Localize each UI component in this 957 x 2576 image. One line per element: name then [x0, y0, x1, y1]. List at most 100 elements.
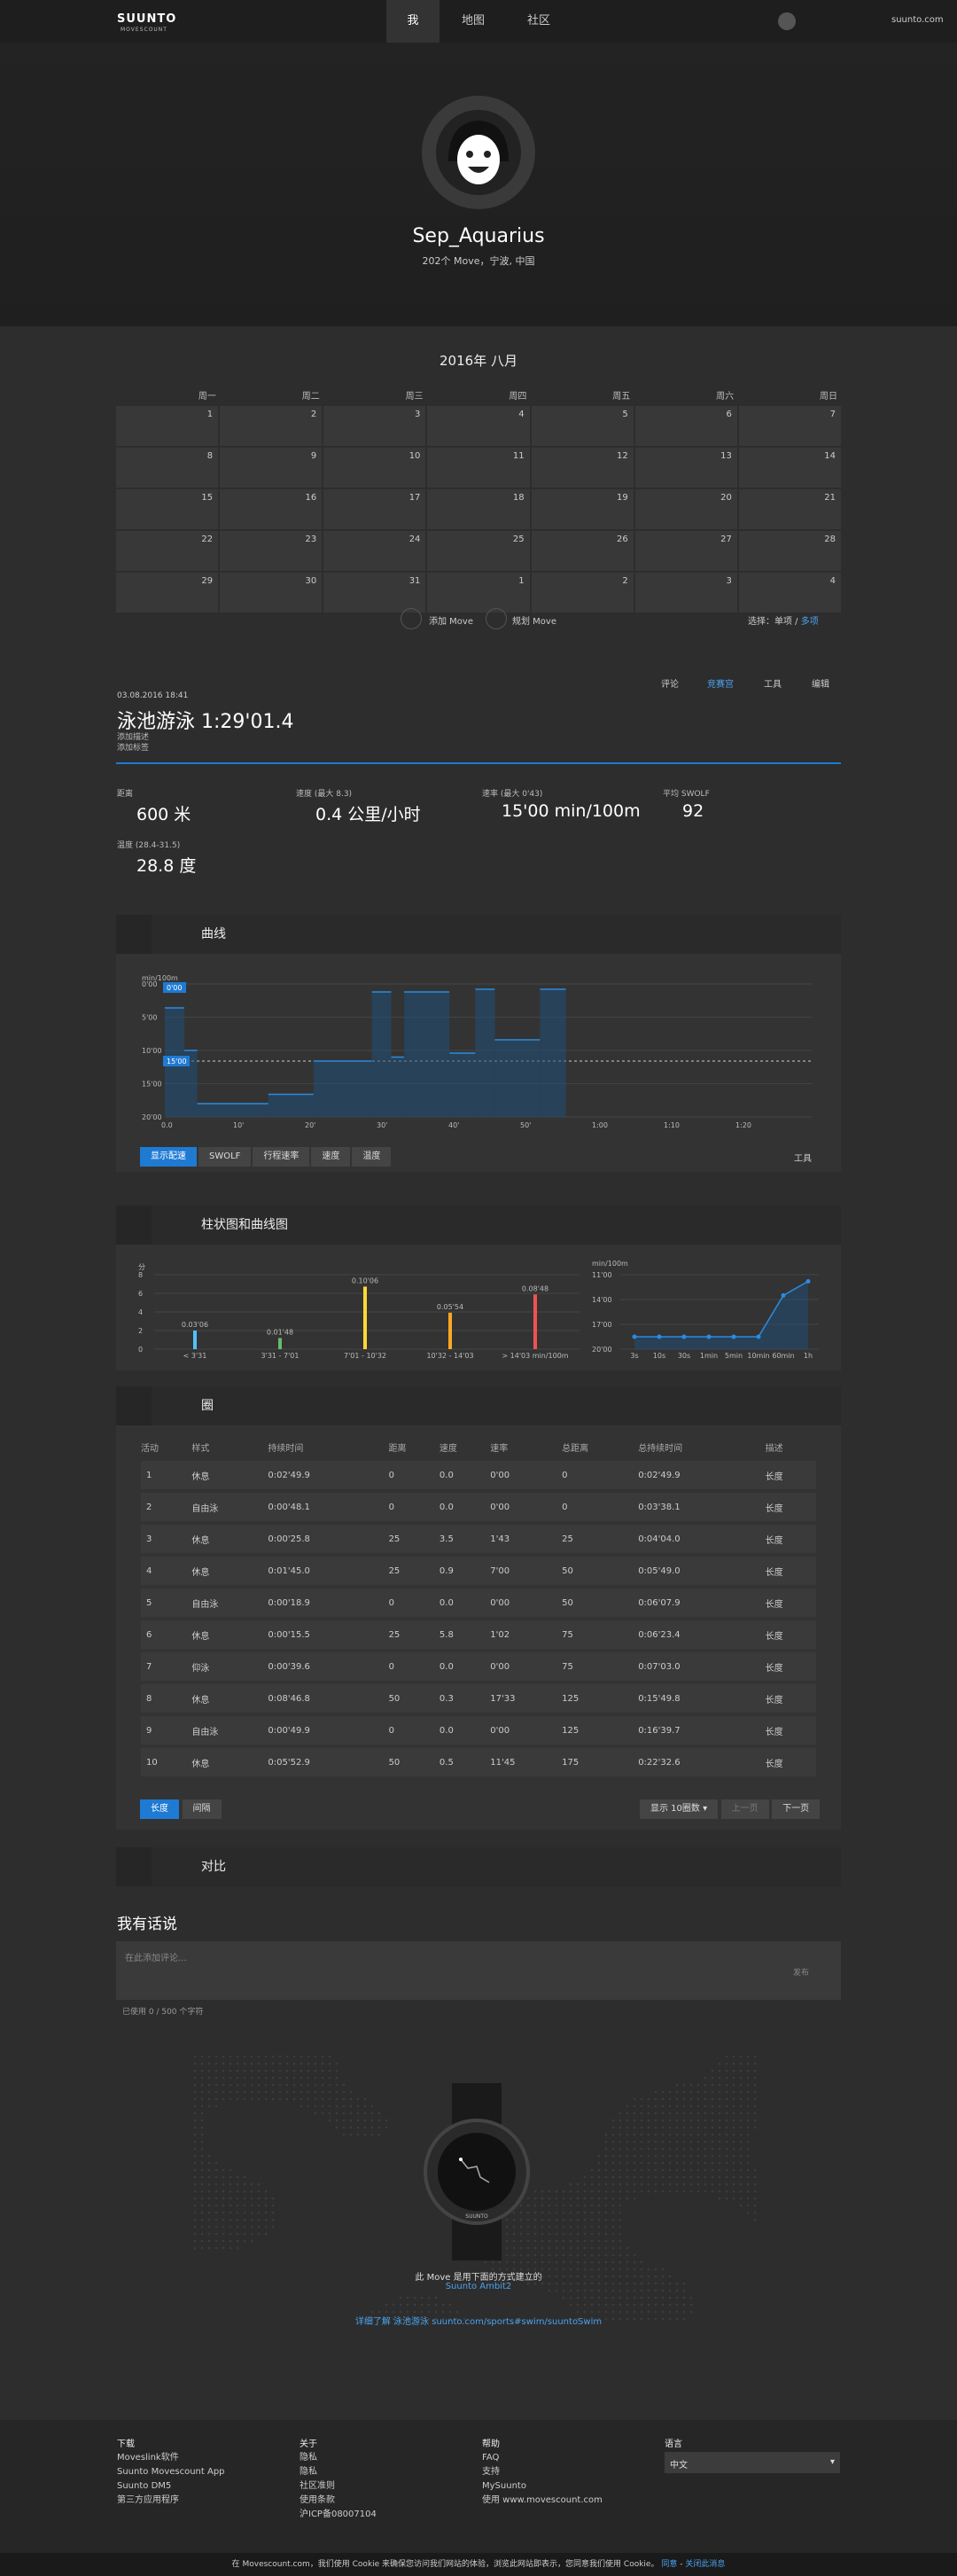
footer-link[interactable]: 第三方应用程序	[117, 2493, 179, 2509]
add-tag[interactable]: 添加标签	[117, 741, 149, 753]
calendar-day[interactable]: 4	[427, 406, 530, 446]
select-multi[interactable]: 多项	[801, 617, 819, 627]
compare-panel[interactable]: 对比	[116, 1847, 841, 1886]
user-avatar-icon[interactable]	[778, 12, 796, 30]
curve-metric-button[interactable]: SWOLF	[198, 1147, 252, 1167]
calendar-day[interactable]: 4	[738, 573, 841, 613]
cookie-agree-link[interactable]: 同意	[661, 2560, 677, 2569]
map-dot	[222, 2175, 225, 2179]
calendar-day[interactable]: 5	[531, 406, 634, 446]
calendar-day[interactable]: 14	[738, 448, 841, 488]
curve-metric-button[interactable]: 温度	[352, 1147, 392, 1167]
map-dot	[392, 2303, 395, 2307]
calendar-day[interactable]: 19	[531, 489, 634, 529]
calendar-day[interactable]: 23	[220, 531, 323, 571]
calendar-day[interactable]: 25	[427, 531, 530, 571]
select-single[interactable]: 单项	[774, 617, 792, 627]
calendar-day[interactable]: 29	[116, 573, 219, 613]
calendar-day[interactable]: 28	[738, 531, 841, 571]
avatar[interactable]	[422, 96, 535, 209]
tab-tools[interactable]: 工具	[764, 676, 782, 690]
add-move-button[interactable]: 添加 Move	[429, 613, 473, 627]
nav-me[interactable]: 我	[386, 0, 440, 43]
hist-bar	[193, 1331, 197, 1349]
map-dot	[696, 2112, 700, 2115]
map-dot	[555, 2253, 558, 2257]
map-dot	[590, 2253, 594, 2257]
calendar-day[interactable]: 30	[220, 573, 323, 613]
calendar-day[interactable]: 15	[116, 489, 219, 529]
calendar-day[interactable]: 10	[323, 448, 426, 488]
nav-map[interactable]: 地图	[447, 0, 500, 43]
calendar-day[interactable]: 2	[531, 573, 634, 613]
table-row[interactable]: 6 休息 0:00'15.5 25 5.8 1'02 75 0:06'23.4 长度	[141, 1620, 816, 1649]
prev-page-button[interactable]: 上一页	[720, 1799, 769, 1819]
calendar-day[interactable]: 1	[427, 573, 530, 613]
table-row[interactable]: 2 自由泳 0:00'48.1 0 0.0 0'00 0 0:03'38.1 长度	[141, 1493, 816, 1521]
table-row[interactable]: 7 仰泳 0:00'39.6 0 0.0 0'00 75 0:07'03.0 长度	[141, 1652, 816, 1681]
suunto-site-link[interactable]: suunto.com	[891, 15, 944, 25]
map-dot	[647, 2175, 650, 2179]
learn-more-link[interactable]: 详细了解 泳池游泳 suunto.com/sports#swim/suuntoS…	[301, 2314, 656, 2327]
comment-send-button[interactable]: 发布	[793, 1966, 809, 1978]
curve-metric-button[interactable]: 行程速率	[253, 1147, 310, 1167]
device-name-link[interactable]: Suunto Ambit2	[301, 2282, 656, 2291]
cookie-close-link[interactable]: 关闭此消息	[685, 2560, 725, 2569]
pace-curve-chart[interactable]: min/100m0'005'0010'0015'0020'000.0 10' 20'…	[133, 972, 824, 1136]
curve-metric-button[interactable]: 速度	[311, 1147, 351, 1167]
next-page-button[interactable]: 下一页	[772, 1799, 821, 1819]
map-dot	[583, 2175, 587, 2179]
comment-input[interactable]: 在此添加评论... 发布	[116, 1941, 841, 2000]
map-dot	[328, 2112, 331, 2115]
calendar-day[interactable]: 26	[531, 531, 634, 571]
map-dot	[739, 2097, 743, 2101]
calendar-day[interactable]: 21	[738, 489, 841, 529]
calendar-day[interactable]: 3	[634, 573, 737, 613]
curve-tools-button[interactable]: 工具	[794, 1151, 812, 1164]
table-row[interactable]: 4 休息 0:01'45.0 25 0.9 7'00 50 0:05'49.0 长度	[141, 1557, 816, 1585]
add-move-icon[interactable]	[401, 608, 422, 629]
calendar-day[interactable]: 16	[220, 489, 323, 529]
calendar-day[interactable]: 6	[634, 406, 737, 446]
table-cell: 0.0	[439, 1461, 491, 1489]
calendar-day[interactable]: 17	[323, 489, 426, 529]
tab-race[interactable]: 竞赛宫	[707, 676, 734, 690]
footer-link[interactable]: 沪ICP备08007104	[300, 2507, 377, 2523]
calendar-day[interactable]: 22	[116, 531, 219, 571]
table-row[interactable]: 1 休息 0:02'49.9 0 0.0 0'00 0 0:02'49.9 长度	[141, 1461, 816, 1489]
calendar-day[interactable]: 27	[634, 531, 737, 571]
calendar-day[interactable]: 8	[116, 448, 219, 488]
table-row[interactable]: 9 自由泳 0:00'49.9 0 0.0 0'00 125 0:16'39.7 长度	[141, 1716, 816, 1745]
table-row[interactable]: 8 休息 0:08'46.8 50 0.3 17'33 125 0:15'49.8 长度	[141, 1684, 816, 1713]
calendar-day[interactable]: 3	[323, 406, 426, 446]
suunto-logo[interactable]: SUUNTO	[117, 12, 176, 26]
calendar-day[interactable]: 20	[634, 489, 737, 529]
table-row[interactable]: 3 休息 0:00'25.8 25 3.5 1'43 25 0:04'04.0 长度	[141, 1525, 816, 1553]
page-size-select[interactable]: 显示 10圈数 ▾	[640, 1799, 719, 1819]
table-cell: 0'00	[490, 1652, 563, 1681]
length-button[interactable]: 长度	[140, 1799, 179, 1819]
interval-button[interactable]: 间隔	[182, 1799, 222, 1819]
calendar-day[interactable]: 24	[323, 531, 426, 571]
calendar-day[interactable]: 11	[427, 448, 530, 488]
calendar-day[interactable]: 12	[531, 448, 634, 488]
table-row[interactable]: 5 自由泳 0:00'18.9 0 0.0 0'00 50 0:06'07.9 长度	[141, 1589, 816, 1617]
calendar-day[interactable]: 9	[220, 448, 323, 488]
tab-comments[interactable]: 评论	[661, 676, 679, 690]
calendar-day[interactable]: 13	[634, 448, 737, 488]
plan-move-button[interactable]: 规划 Move	[512, 613, 556, 627]
calendar-day[interactable]: 1	[116, 406, 219, 446]
map-dot	[576, 2310, 580, 2314]
calendar-day[interactable]: 7	[738, 406, 841, 446]
calendar-day[interactable]: 2	[220, 406, 323, 446]
calendar-day[interactable]: 31	[323, 573, 426, 613]
plan-move-icon[interactable]	[486, 608, 507, 629]
language-select[interactable]: 中文 ▾	[665, 2452, 840, 2473]
nav-community[interactable]: 社区	[512, 0, 565, 43]
curve-metric-button[interactable]: 显示配速	[140, 1147, 197, 1167]
table-row[interactable]: 10 休息 0:05'52.9 50 0.5 11'45 175 0:22'32.6 长度	[141, 1748, 816, 1776]
calendar-day[interactable]: 18	[427, 489, 530, 529]
tab-edit[interactable]: 编辑	[812, 676, 829, 690]
map-dot	[718, 2119, 721, 2122]
footer-link[interactable]: 使用 www.movescount.com	[482, 2493, 603, 2509]
